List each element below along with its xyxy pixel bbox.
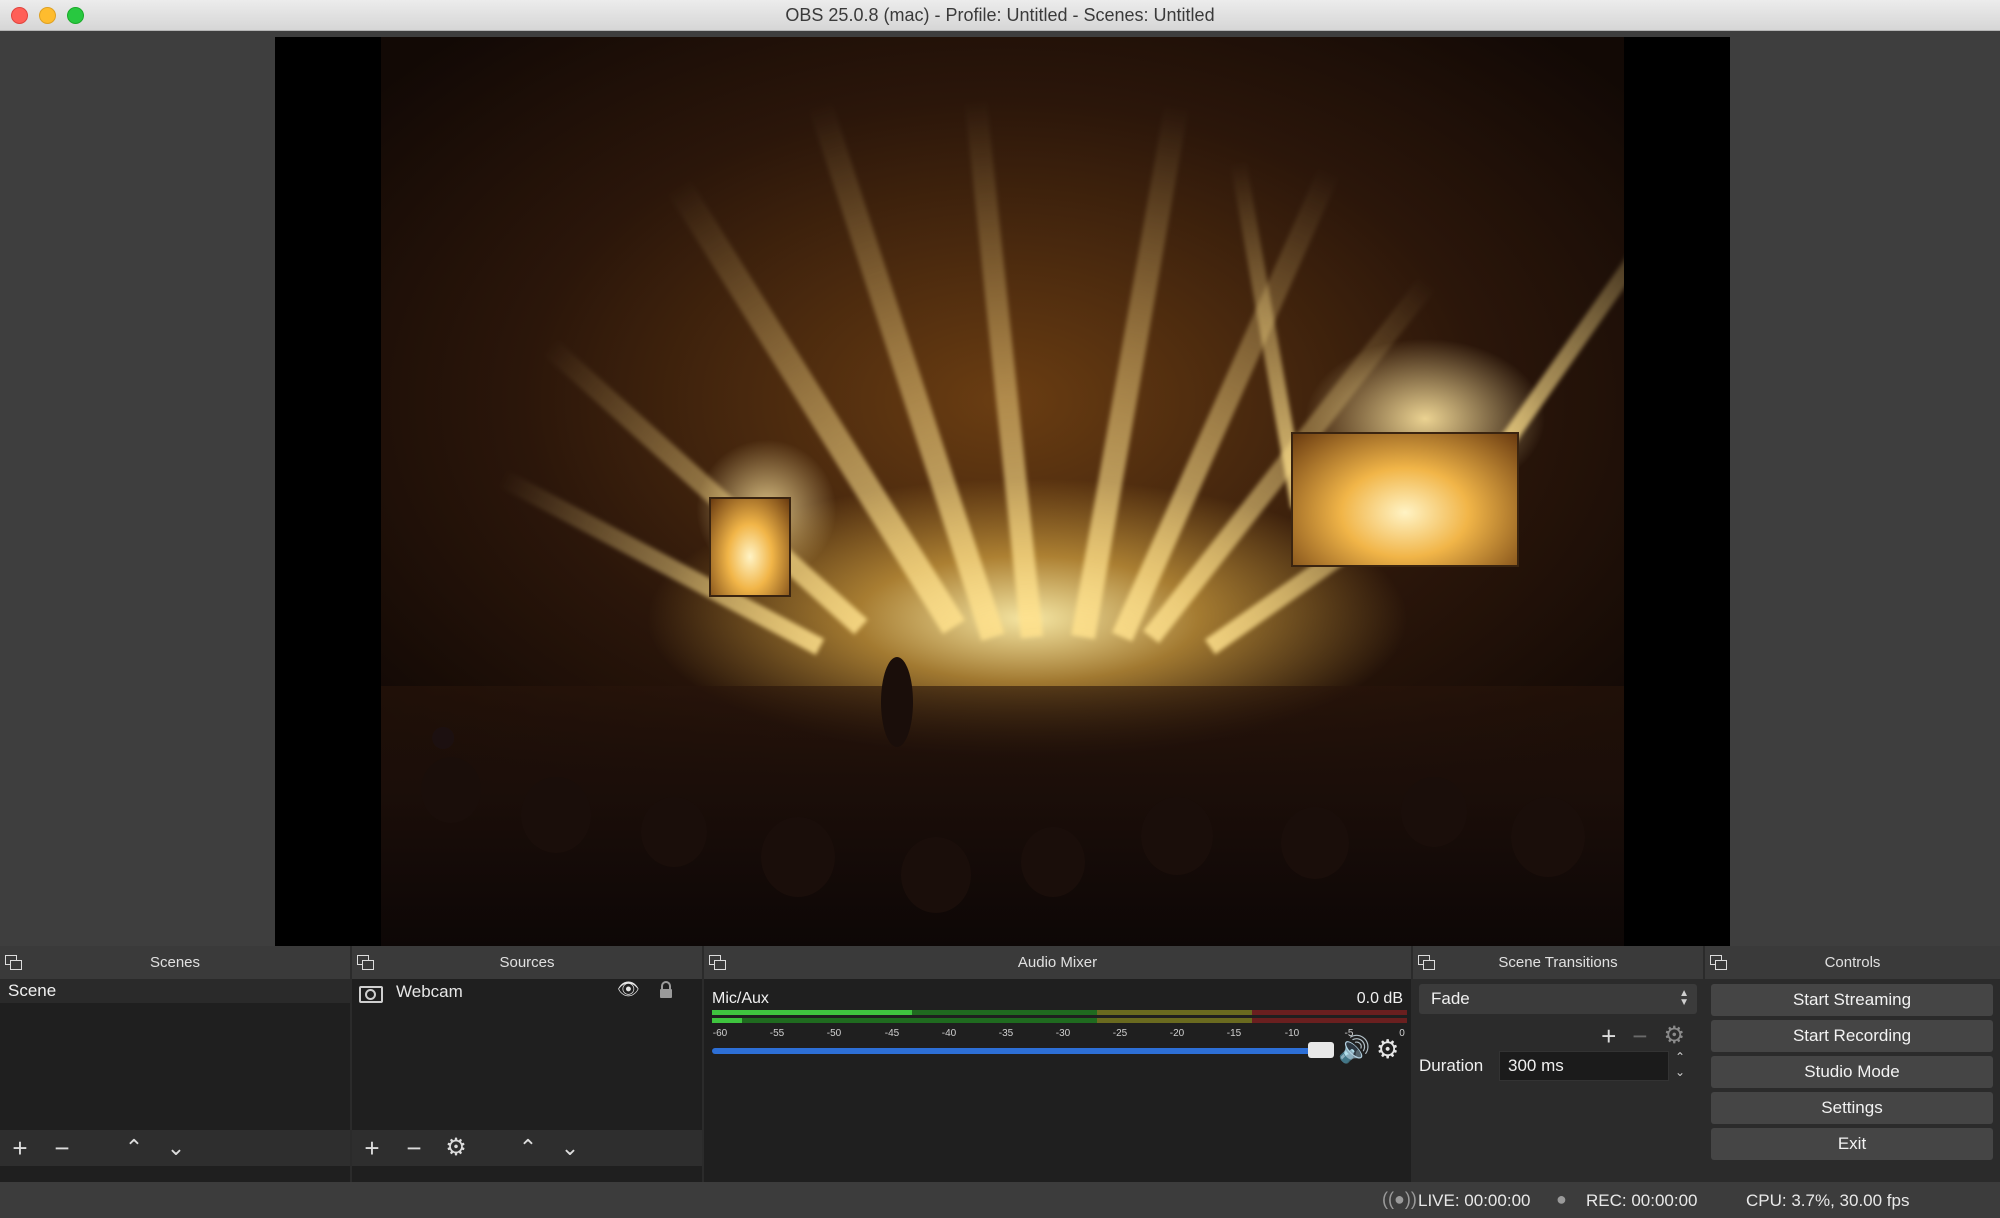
dock-area: Scenes Scene + − ⌃ ⌄ Sources Webcam 👁 + …: [0, 946, 2000, 1182]
preview-canvas[interactable]: [275, 37, 1730, 946]
transition-toolbar: + − ⚙: [1601, 1021, 1685, 1052]
meter-ticks: -60 -55 -50 -45 -40 -35 -30 -25 -20 -15 …: [712, 1028, 1405, 1039]
cpu-fps-status: CPU: 3.7%, 30.00 fps: [1746, 1191, 1910, 1210]
transition-select-value: Fade: [1431, 989, 1470, 1008]
sources-toolbar: + − ⚙ ⌃ ⌄: [352, 1130, 702, 1166]
source-properties-gear-icon[interactable]: ⚙: [444, 1136, 468, 1160]
duration-input[interactable]: 300 ms: [1499, 1051, 1669, 1081]
scenes-toolbar: + − ⌃ ⌄: [0, 1130, 350, 1166]
live-timer: LIVE: 00:00:00: [1418, 1191, 1531, 1210]
controls-dock-header: Controls: [1705, 946, 2000, 979]
lock-icon[interactable]: [658, 981, 672, 998]
scene-transitions-dock-title: Scene Transitions: [1498, 954, 1618, 971]
duration-label: Duration: [1419, 1056, 1484, 1075]
studio-mode-button[interactable]: Studio Mode: [1711, 1056, 1993, 1088]
volume-slider-track[interactable]: [712, 1048, 1322, 1054]
camera-icon: [358, 983, 383, 1003]
scene-transitions-dock-header: Scene Transitions: [1413, 946, 1703, 979]
volume-slider-handle[interactable]: [1308, 1042, 1334, 1058]
undock-icon[interactable]: [1710, 955, 1727, 970]
add-source-icon[interactable]: +: [360, 1135, 384, 1161]
sources-dock: Sources Webcam 👁 + − ⚙ ⌃ ⌄: [352, 946, 702, 1182]
transition-properties-gear-icon[interactable]: ⚙: [1663, 1021, 1685, 1052]
controls-dock-title: Controls: [1824, 954, 1881, 971]
settings-button[interactable]: Settings: [1711, 1092, 1993, 1124]
rec-timer: REC: 00:00:00: [1586, 1191, 1698, 1210]
duration-stepper[interactable]: ⌃ ⌄: [1675, 1050, 1685, 1080]
exit-button[interactable]: Exit: [1711, 1128, 1993, 1160]
window-title: OBS 25.0.8 (mac) - Profile: Untitled - S…: [785, 4, 1215, 25]
live-broadcast-icon: ((●)): [1382, 1189, 1417, 1209]
scenes-list[interactable]: Scene + − ⌃ ⌄: [0, 979, 350, 1182]
scene-transitions-dock: Scene Transitions Fade ▲ ▼ + − ⚙ Duration…: [1413, 946, 1703, 1182]
add-transition-icon[interactable]: +: [1601, 1021, 1616, 1052]
sources-list[interactable]: Webcam 👁 + − ⚙ ⌃ ⌄: [352, 979, 702, 1182]
source-item-webcam[interactable]: Webcam 👁: [352, 979, 702, 1005]
scenes-dock-header: Scenes: [0, 946, 350, 979]
audio-mixer-dock: Audio Mixer Mic/Aux 0.0 dB -60 -55 -50 -…: [704, 946, 1411, 1182]
scenes-dock-title: Scenes: [149, 954, 201, 971]
audio-channel-level: 0.0 dB: [1356, 990, 1403, 1007]
zoom-window-button[interactable]: [67, 7, 84, 24]
move-scene-down-icon[interactable]: ⌄: [164, 1136, 188, 1160]
add-scene-icon[interactable]: +: [8, 1135, 32, 1161]
audio-channel-name: Mic/Aux: [712, 990, 769, 1007]
window-titlebar: OBS 25.0.8 (mac) - Profile: Untitled - S…: [0, 0, 2000, 31]
volume-meter: [712, 1010, 1407, 1024]
remove-scene-icon[interactable]: −: [50, 1135, 74, 1161]
scene-item[interactable]: Scene: [0, 979, 350, 1003]
preview-area: [0, 31, 2000, 946]
remove-transition-icon[interactable]: −: [1632, 1021, 1647, 1052]
audio-mixer-dock-title: Audio Mixer: [1017, 954, 1098, 971]
stage-screen-right: [1291, 432, 1519, 567]
transition-select[interactable]: Fade ▲ ▼: [1419, 984, 1697, 1014]
visibility-eye-icon[interactable]: 👁: [617, 979, 640, 1000]
move-source-down-icon[interactable]: ⌄: [558, 1136, 582, 1160]
sources-dock-header: Sources: [352, 946, 702, 979]
undock-icon[interactable]: [357, 955, 374, 970]
speaker-mute-icon[interactable]: 🔊: [1338, 1034, 1370, 1065]
audio-mixer-dock-header: Audio Mixer: [704, 946, 1411, 979]
start-streaming-button[interactable]: Start Streaming: [1711, 984, 1993, 1016]
audio-settings-gear-icon[interactable]: ⚙: [1376, 1034, 1399, 1065]
controls-dock: Controls Start Streaming Start Recording…: [1705, 946, 2000, 1182]
remove-source-icon[interactable]: −: [402, 1135, 426, 1161]
move-scene-up-icon[interactable]: ⌃: [122, 1136, 146, 1160]
move-source-up-icon[interactable]: ⌃: [516, 1136, 540, 1160]
stage-screen-left: [709, 497, 791, 597]
start-recording-button[interactable]: Start Recording: [1711, 1020, 1993, 1052]
status-bar: ((●)) LIVE: 00:00:00 ● REC: 00:00:00 CPU…: [0, 1182, 2000, 1218]
webcam-source-image[interactable]: [381, 37, 1624, 946]
sources-dock-title: Sources: [499, 954, 555, 971]
undock-icon[interactable]: [5, 955, 22, 970]
undock-icon[interactable]: [709, 955, 726, 970]
minimize-window-button[interactable]: [39, 7, 56, 24]
close-window-button[interactable]: [11, 7, 28, 24]
undock-icon[interactable]: [1418, 955, 1435, 970]
record-dot-icon: ●: [1556, 1189, 1567, 1209]
scenes-dock: Scenes Scene + − ⌃ ⌄: [0, 946, 350, 1182]
select-arrows-icon: ▲ ▼: [1679, 988, 1689, 1008]
source-name: Webcam: [396, 982, 463, 1001]
